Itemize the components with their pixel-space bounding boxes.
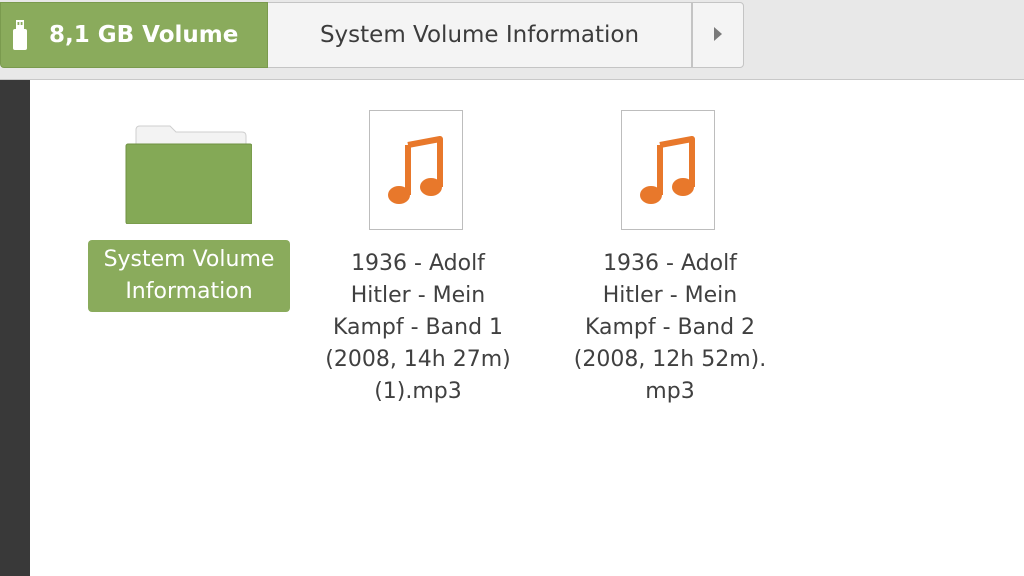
usb-drive-icon [13,20,27,50]
label-line: (2008, 14h 27m) [325,347,511,372]
label-line: 1936 - Adolf [603,251,737,276]
breadcrumb-folder-label: System Volume Information [319,22,640,48]
audio-file-icon [369,110,463,230]
audio-file-label: 1936 - Adolf Hitler - Mein Kampf - Band … [560,248,780,408]
folder-icon [124,122,253,228]
label-line: (1).mp3 [374,379,462,404]
pathbar: 8,1 GB Volume System Volume Information [0,0,1024,80]
label-line: Hitler - Mein [602,283,738,308]
label-line: 1936 - Adolf [351,251,485,276]
audio-file-item-band-2[interactable]: 1936 - Adolf Hitler - Mein Kampf - Band … [560,80,780,420]
label-line: Hitler - Mein [350,283,486,308]
audio-file-label: 1936 - Adolf Hitler - Mein Kampf - Band … [308,248,528,408]
label-line: System Volume [103,247,275,272]
breadcrumb-next-button[interactable] [692,2,744,68]
music-note-icon [640,136,695,204]
folder-item-system-volume-information[interactable]: System Volume Information [54,80,290,420]
audio-file-item-band-1[interactable]: 1936 - Adolf Hitler - Mein Kampf - Band … [308,80,528,420]
label-line: Kampf - Band 1 [332,315,504,340]
label-line: mp3 [645,379,695,404]
folder-label: System Volume Information [88,240,290,312]
music-note-icon [388,136,443,204]
sidebar [0,80,30,576]
chevron-right-icon [712,22,724,48]
breadcrumb-volume-button[interactable]: 8,1 GB Volume [0,2,268,68]
file-icon-view: System Volume Information 1936 - Adolf H… [30,80,1024,576]
label-line: (2008, 12h 52m). [573,347,767,372]
breadcrumb-folder-button[interactable]: System Volume Information [268,2,692,68]
breadcrumb-volume-label: 8,1 GB Volume [49,22,239,48]
audio-file-icon [621,110,715,230]
label-line: Kampf - Band 2 [584,315,756,340]
label-line: Information [125,279,253,304]
